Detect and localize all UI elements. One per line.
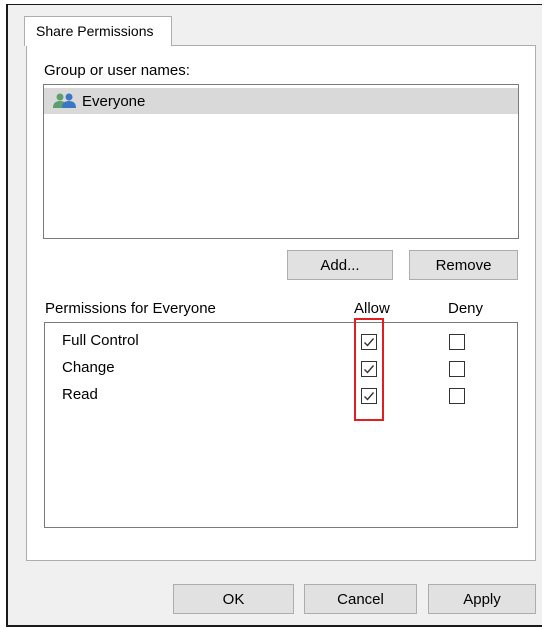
- group-names-label: Group or user names:: [44, 62, 190, 79]
- apply-button-label: Apply: [463, 590, 501, 608]
- allow-highlight-box: [354, 318, 384, 421]
- deny-column-header: Deny: [448, 300, 484, 317]
- add-button-label: Add...: [320, 256, 360, 274]
- permission-change-label: Change: [62, 359, 115, 376]
- apply-button[interactable]: Apply: [428, 584, 536, 614]
- deny-change-checkbox[interactable]: [449, 361, 465, 377]
- permission-read-label: Read: [62, 386, 98, 403]
- remove-button[interactable]: Remove: [409, 250, 518, 280]
- users-group-icon: [53, 93, 76, 108]
- tab-label: Share Permissions: [36, 23, 154, 39]
- deny-full-control-checkbox[interactable]: [449, 334, 465, 350]
- remove-button-label: Remove: [435, 256, 492, 274]
- list-item-everyone[interactable]: Everyone: [44, 88, 518, 114]
- ok-button-label: OK: [222, 590, 245, 608]
- cancel-button-label: Cancel: [337, 590, 384, 608]
- list-item-label: Everyone: [82, 92, 146, 110]
- ok-button[interactable]: OK: [173, 584, 294, 614]
- cancel-button[interactable]: Cancel: [304, 584, 417, 614]
- frame-bottom-border: [6, 625, 542, 627]
- add-button[interactable]: Add...: [287, 250, 393, 280]
- permissions-label: Permissions for Everyone: [45, 300, 216, 317]
- allow-column-header: Allow: [354, 300, 390, 317]
- tab-share-permissions[interactable]: Share Permissions: [24, 16, 172, 46]
- permissions-listbox: [44, 322, 518, 528]
- permission-full-control-label: Full Control: [62, 332, 139, 349]
- deny-read-checkbox[interactable]: [449, 388, 465, 404]
